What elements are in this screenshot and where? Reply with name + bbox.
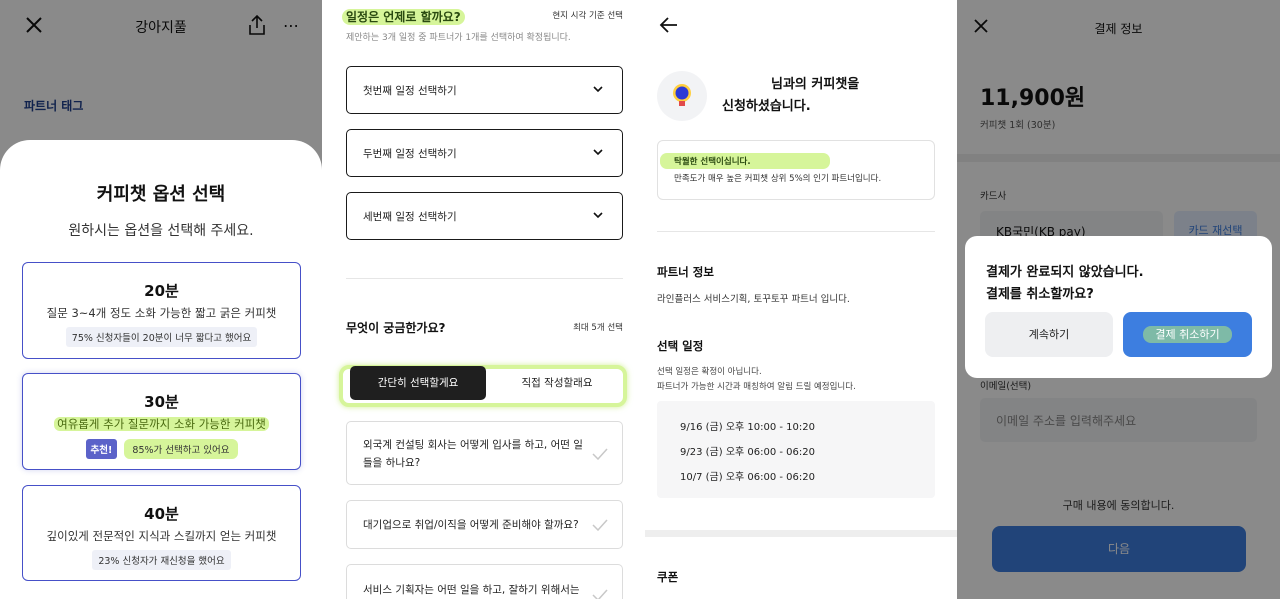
- select-label: 첫번째 일정 선택하기: [363, 85, 457, 97]
- option-desc: 여유롭게 추가 질문까지 소화 가능한 커피챗: [54, 417, 269, 431]
- option-30min[interactable]: 30분 여유롭게 추가 질문까지 소화 가능한 커피챗 추천! 85%가 선택하…: [22, 373, 301, 470]
- partner-info-label: 파트너 정보: [657, 265, 714, 279]
- select-label: 두번째 일정 선택하기: [363, 148, 457, 160]
- select-label: 세번째 일정 선택하기: [363, 211, 457, 223]
- schedule-select-3[interactable]: 세번째 일정 선택하기: [346, 192, 623, 240]
- chevron-down-icon: [593, 212, 603, 219]
- option-40min[interactable]: 40분 깊이있게 전문적인 지식과 스킬까지 얻는 커피챗 23% 신청자가 재…: [22, 485, 301, 581]
- tab-write-directly[interactable]: 직접 작성할래요: [489, 366, 625, 400]
- option-desc: 깊이있게 전문적인 지식과 스킬까지 얻는 커피챗: [46, 529, 277, 543]
- section-separator: [645, 530, 957, 537]
- schedule-select-2[interactable]: 두번째 일정 선택하기: [346, 129, 623, 177]
- chevron-down-icon: [593, 149, 603, 156]
- cancel-payment-dialog: 결제가 완료되지 않았습니다. 결제를 취소할까요? 계속하기 결제 취소하기: [965, 236, 1272, 378]
- topic-item-line2: 들을 하나요?: [363, 457, 421, 469]
- topic-item[interactable]: 대기업으로 취업/이직을 어떻게 준비해야 할까요?: [346, 500, 623, 549]
- option-title: 20분: [144, 282, 179, 300]
- option-chip: 75% 신청자들이 20분이 너무 짧다고 했어요: [65, 327, 258, 347]
- check-icon: [592, 448, 608, 460]
- schedule-desc: 제안하는 3개 일정 중 파트너가 1개를 선택하여 확정됩니다.: [346, 33, 571, 43]
- schedule-slot: 9/16 (금) 오후 10:00 - 10:20: [680, 422, 815, 433]
- tab-simple-select[interactable]: 간단히 선택할게요: [350, 366, 486, 400]
- notice-highlight: 탁월한 선택이십니다.: [660, 153, 830, 169]
- complete-title-line1: 님과의 커피챗을: [771, 77, 860, 92]
- schedule-slot: 10/7 (금) 오후 06:00 - 06:20: [680, 472, 815, 483]
- topic-note: 최대 5개 선택: [573, 323, 623, 333]
- notice-box: 탁월한 선택이십니다. 만족도가 매우 높은 커피챗 상위 5%의 인기 파트너…: [657, 140, 935, 200]
- option-desc: 질문 3~4개 정도 소화 가능한 짧고 굵은 커피챗: [46, 306, 277, 320]
- coupon-label: 쿠폰: [657, 570, 679, 584]
- divider: [657, 231, 935, 232]
- chevron-down-icon: [593, 86, 603, 93]
- option-20min[interactable]: 20분 질문 3~4개 정도 소화 가능한 짧고 굵은 커피챗 75% 신청자들…: [22, 262, 301, 359]
- schedule-note: 현지 시각 기준 선택: [552, 11, 623, 21]
- topic-item-line1: 대기업으로 취업/이직을 어떻게 준비해야 할까요?: [363, 519, 579, 531]
- option-badge-row: 추천! 85%가 선택하고 있어요: [23, 438, 300, 459]
- topic-question: 무엇이 궁금한가요?: [346, 321, 446, 335]
- check-icon: [592, 519, 608, 531]
- schedule-question-text: 일정은 언제로 할까요?: [342, 9, 465, 25]
- schedule-select-1[interactable]: 첫번째 일정 선택하기: [346, 66, 623, 114]
- partner-info-text: 라인플러스 서비스기획, 토꾸토꾸 파트너 입니다.: [657, 294, 850, 305]
- notice-text: 만족도가 매우 높은 커피챗 상위 5%의 인기 파트너입니다.: [674, 174, 882, 184]
- cancel-payment-button[interactable]: 결제 취소하기: [1123, 312, 1252, 357]
- complete-title-line2: 신청하셨습니다.: [722, 99, 811, 114]
- check-icon: [592, 589, 608, 599]
- tab-label: 간단히 선택할게요: [377, 377, 459, 389]
- option-select-screen: 강아지풀 ⋯ 파트너 태그 커피챗 옵션 선택 원하시는 옵션을 선택해 주세요…: [0, 0, 322, 599]
- topic-item-line1: 서비스 기획자는 어떤 일을 하고, 잘하기 위해서는: [363, 584, 580, 596]
- option-chip: 85%가 선택하고 있어요: [124, 439, 238, 459]
- topic-item-line1: 외국계 컨설팅 회사는 어떻게 입사를 하고, 어떤 일: [363, 439, 583, 451]
- option-title: 30분: [144, 393, 179, 411]
- topic-item[interactable]: 서비스 기획자는 어떤 일을 하고, 잘하기 위해서는: [346, 564, 623, 599]
- topic-tab-group: 간단히 선택할게요 직접 작성할래요: [339, 365, 627, 407]
- continue-label: 계속하기: [1028, 328, 1070, 341]
- back-arrow-icon[interactable]: [659, 15, 679, 35]
- bulb-icon: [657, 71, 707, 121]
- schedule-question: 일정은 언제로 할까요?: [342, 6, 465, 25]
- dialog-line2: 결제를 취소할까요?: [986, 287, 1094, 302]
- sheet-subtitle: 원하시는 옵션을 선택해 주세요.: [68, 223, 254, 239]
- divider: [346, 278, 623, 279]
- cancel-payment-label: 결제 취소하기: [1143, 326, 1232, 343]
- option-chip: 23% 신청자가 재신청을 했어요: [92, 550, 231, 570]
- topic-item[interactable]: 외국계 컨설팅 회사는 어떻게 입사를 하고, 어떤 일 들을 하나요?: [346, 421, 623, 485]
- schedule-label: 선택 일정: [657, 339, 704, 353]
- sheet-title: 커피챗 옵션 선택: [96, 184, 226, 205]
- option-title: 40분: [144, 505, 179, 523]
- payment-screen: 결제 정보 11,900원 커피챗 1회 (30분) 카드사 KB국민(KB p…: [957, 0, 1280, 599]
- dialog-line1: 결제가 완료되지 않았습니다.: [986, 265, 1144, 280]
- schedule-note1: 선택 일정은 확정이 아닙니다.: [657, 367, 762, 377]
- application-complete-screen: 님과의 커피챗을 신청하셨습니다. 탁월한 선택이십니다. 만족도가 매우 높은…: [645, 0, 957, 599]
- continue-button[interactable]: 계속하기: [985, 312, 1113, 357]
- schedule-select-screen: 일정은 언제로 할까요? 현지 시각 기준 선택 제안하는 3개 일정 중 파트…: [322, 0, 645, 599]
- option-desc-wrap: 여유롭게 추가 질문까지 소화 가능한 커피챗: [23, 416, 300, 432]
- recommend-badge: 추천!: [85, 439, 118, 459]
- schedule-note2: 파트너가 가능한 시간과 매칭하여 알림 드릴 예정입니다.: [657, 382, 856, 392]
- schedule-slot: 9/23 (금) 오후 06:00 - 06:20: [680, 447, 815, 458]
- tab-label: 직접 작성할래요: [521, 377, 593, 389]
